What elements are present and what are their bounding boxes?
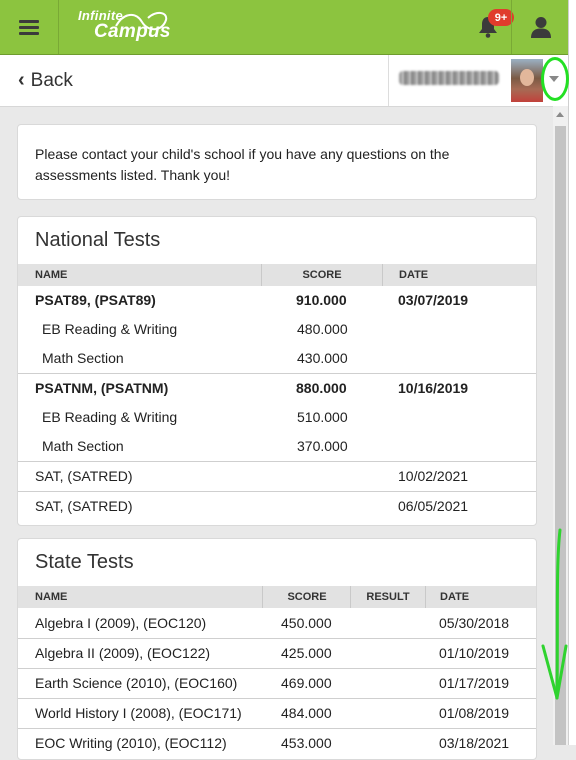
test-score: 880.000 [296, 380, 347, 396]
test-name: Algebra II (2009), (EOC122) [35, 645, 211, 661]
row-divider [18, 698, 536, 700]
test-name: PSATNM, (PSATNM) [35, 380, 169, 396]
column-header-score: SCORE [261, 264, 382, 286]
test-name: Math Section [42, 438, 124, 454]
menu-button[interactable] [0, 0, 59, 54]
row-divider [18, 728, 536, 730]
test-name: Earth Science (2010), (EOC160) [35, 675, 238, 691]
test-date: 06/05/2021 [398, 498, 469, 514]
table-header: NAME SCORE RESULT DATE [18, 586, 536, 608]
test-date: 10/16/2019 [398, 380, 469, 396]
test-score: 430.000 [297, 350, 348, 366]
test-date: 05/30/2018 [439, 615, 510, 631]
test-name: SAT, (SATRED) [35, 468, 133, 484]
test-date: 03/18/2021 [439, 735, 510, 751]
test-date: 01/10/2019 [439, 645, 510, 661]
test-name: EOC Writing (2010), (EOC112) [35, 735, 227, 751]
column-header-name: NAME [35, 591, 68, 603]
user-account-button[interactable] [511, 0, 569, 54]
section-title: State Tests [35, 551, 134, 573]
hamburger-icon [19, 17, 39, 38]
test-name: EB Reading & Writing [42, 409, 178, 425]
row-divider [18, 668, 536, 670]
test-name: Math Section [42, 350, 124, 366]
test-name: SAT, (SATRED) [35, 498, 133, 514]
row-divider [18, 638, 536, 640]
student-name-redacted [399, 71, 499, 85]
test-score: 425.000 [281, 645, 332, 661]
column-header-score: SCORE [262, 586, 351, 608]
back-button[interactable]: ‹ Back [18, 69, 73, 92]
sub-header: ‹ Back [0, 55, 569, 107]
student-avatar [511, 59, 543, 102]
test-score: 910.000 [296, 292, 347, 308]
chevron-left-icon: ‹ [18, 69, 25, 91]
top-bar: Infinite Campus 9+ [0, 0, 576, 55]
logo-swoosh-icon [115, 12, 168, 31]
row-divider [18, 461, 536, 463]
column-header-date: DATE [382, 264, 428, 286]
test-name: World History I (2008), (EOC171) [35, 705, 242, 721]
annotation-circle [541, 57, 569, 101]
back-label: Back [30, 69, 73, 91]
test-score: 450.000 [281, 615, 332, 631]
test-score: 484.000 [281, 705, 332, 721]
column-header-result: RESULT [350, 586, 425, 608]
test-name: PSAT89, (PSAT89) [35, 292, 156, 308]
row-divider [18, 373, 536, 375]
test-score: 370.000 [297, 438, 348, 454]
national-tests-card: National Tests NAME SCORE DATE PSAT89, (… [17, 216, 537, 526]
test-date: 10/02/2021 [398, 468, 469, 484]
test-score: 469.000 [281, 675, 332, 691]
test-score: 453.000 [281, 735, 332, 751]
column-header-name: NAME [35, 269, 68, 281]
test-date: 03/07/2019 [398, 292, 469, 308]
test-score: 480.000 [297, 321, 348, 337]
column-header-date: DATE [425, 586, 469, 608]
student-selector[interactable] [388, 55, 569, 106]
notice-text: Please contact your child's school if yo… [35, 146, 450, 183]
table-header: NAME SCORE DATE [18, 264, 536, 286]
notice-card: Please contact your child's school if yo… [17, 124, 537, 200]
state-tests-card: State Tests NAME SCORE RESULT DATE Algeb… [17, 538, 537, 760]
scroll-up-icon[interactable] [556, 112, 564, 117]
annotation-arrow-icon [541, 528, 568, 700]
test-name: EB Reading & Writing [42, 321, 178, 337]
test-score: 510.000 [297, 409, 348, 425]
row-divider [18, 491, 536, 493]
user-icon [530, 17, 551, 38]
test-name: Algebra I (2009), (EOC120) [35, 615, 207, 631]
test-date: 01/17/2019 [439, 675, 510, 691]
section-title: National Tests [35, 229, 161, 251]
test-date: 01/08/2019 [439, 705, 510, 721]
